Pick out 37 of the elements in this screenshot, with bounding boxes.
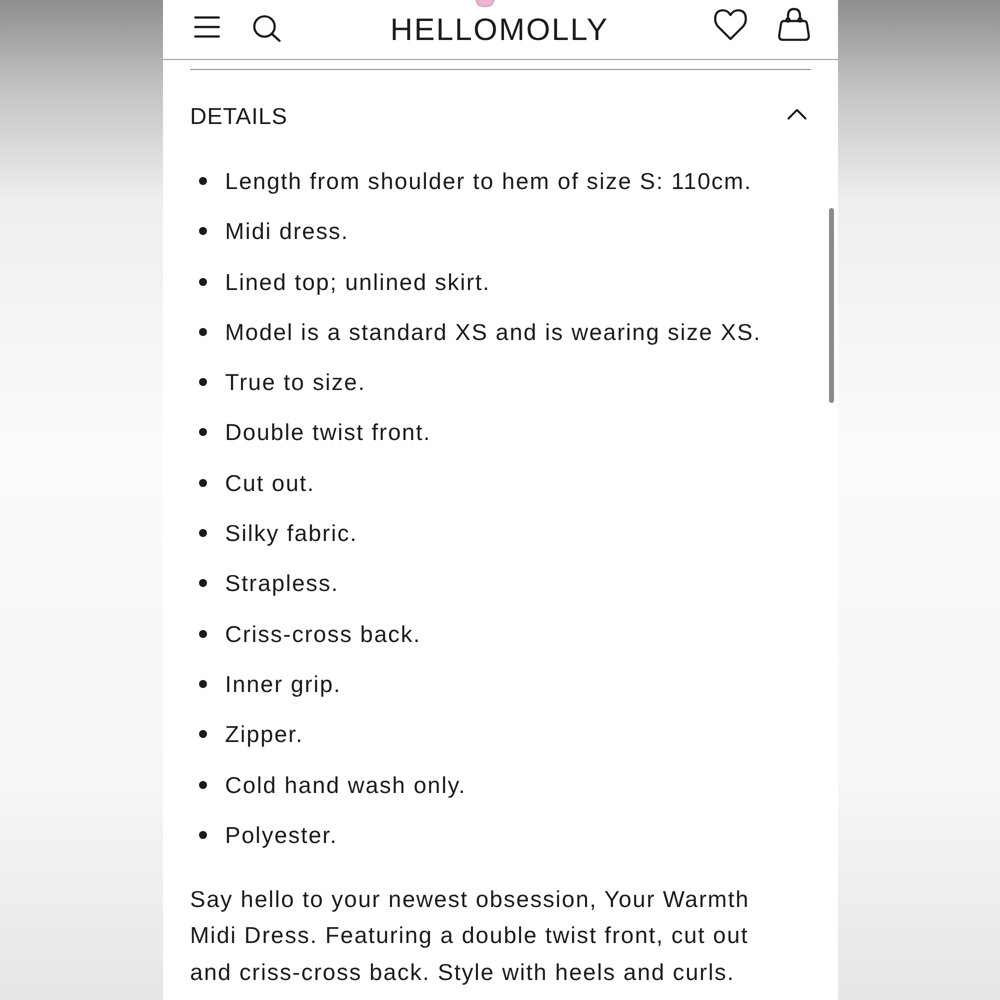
bullet-icon <box>199 278 207 286</box>
bullet-icon <box>199 830 207 839</box>
detail-text: Cold hand wash only. <box>225 770 466 799</box>
description-paragraph: Say hello to your newest obsession, Your Warmth Midi Dress. Featuring a double twist front, cut out and criss-cross back. Style with heels and curls. <box>190 884 750 988</box>
detail-text: Polyester. <box>225 820 338 849</box>
shopping-bag-icon[interactable] <box>777 6 811 40</box>
bullet-icon <box>199 227 207 236</box>
detail-text: Model is a standard XS and is wearing size XS. <box>225 318 762 346</box>
detail-text: Double twist front. <box>225 418 431 446</box>
detail-text: True to size. <box>225 368 366 396</box>
detail-text: Zipper. <box>225 720 304 748</box>
bullet-icon <box>199 378 207 386</box>
heart-icon[interactable] <box>714 8 747 40</box>
logo-ornament-icon <box>474 0 496 8</box>
menu-icon[interactable] <box>194 16 220 38</box>
bullet-icon <box>199 428 207 436</box>
chevron-up-icon[interactable] <box>787 108 807 120</box>
section-title: DETAILS <box>190 102 288 130</box>
bullet-icon <box>199 680 207 688</box>
bullet-icon <box>199 630 207 638</box>
bullet-icon <box>199 478 207 487</box>
detail-text: Strapless. <box>225 569 339 598</box>
detail-text: Cut out. <box>225 468 315 497</box>
bullet-icon <box>199 780 207 789</box>
bullet-icon <box>199 328 207 336</box>
bullet-icon <box>199 177 207 185</box>
detail-text: Criss-cross back. <box>225 620 421 648</box>
search-icon[interactable] <box>253 14 281 42</box>
bullet-icon <box>199 730 207 738</box>
detail-text: Lined top; unlined skirt. <box>225 268 490 296</box>
brand-logo[interactable]: HELLOMOLLY <box>390 12 609 48</box>
bullet-icon <box>199 529 207 538</box>
detail-text: Length from shoulder to hem of size S: 110cm. <box>225 167 752 195</box>
detail-text: Silky fabric. <box>225 519 358 548</box>
bullet-icon <box>199 579 207 588</box>
detail-text: Midi dress. <box>225 217 349 246</box>
detail-text: Inner grip. <box>225 670 342 698</box>
